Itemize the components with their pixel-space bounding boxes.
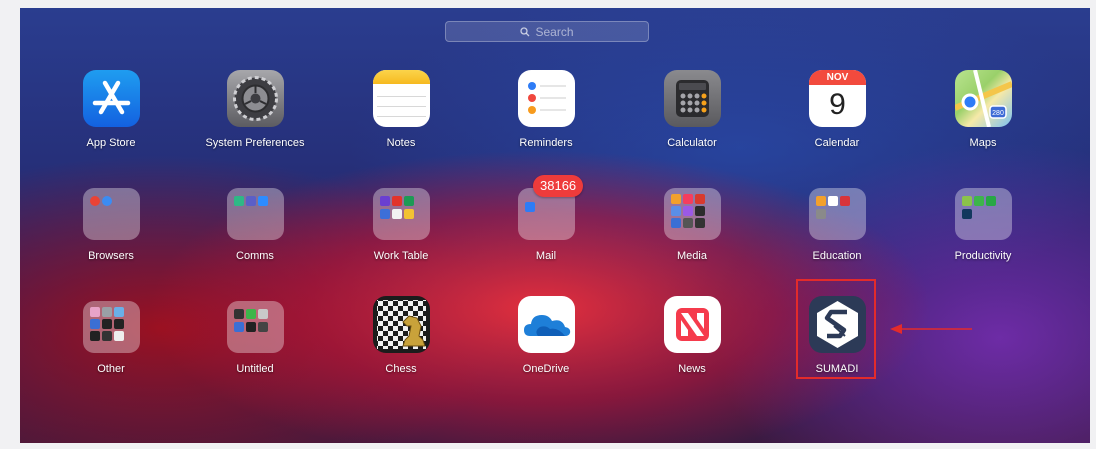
work-table-folder[interactable]: Work Table — [328, 183, 474, 288]
folder-icon — [955, 188, 1012, 240]
folder-icon — [227, 188, 284, 240]
cloud-icon — [518, 296, 575, 353]
search-placeholder: Search — [535, 24, 574, 39]
news-label: News — [678, 363, 706, 375]
media-folder[interactable]: Media — [619, 183, 765, 288]
browsers-label: Browsers — [88, 250, 134, 262]
calendar-app[interactable]: NOV 9 Calendar — [764, 70, 910, 175]
sumadi-highlight-box — [796, 279, 876, 379]
productivity-folder[interactable]: Productivity — [910, 183, 1056, 288]
app-store-icon — [83, 70, 140, 127]
browsers-folder[interactable]: Browsers — [38, 183, 184, 288]
untitled-folder[interactable]: Untitled — [182, 296, 328, 401]
notes-label: Notes — [386, 137, 416, 149]
mail-folder[interactable]: Mail — [473, 183, 619, 288]
education-label: Education — [812, 250, 862, 262]
calculator-label: Calculator — [667, 137, 717, 149]
reminders-label: Reminders — [519, 137, 573, 149]
search-field[interactable]: Search — [445, 21, 649, 42]
app-store-label: App Store — [86, 137, 136, 149]
maps-shield-number: 280 — [992, 110, 1004, 117]
folder-icon — [83, 301, 140, 353]
maps-label: Maps — [969, 137, 997, 149]
productivity-label: Productivity — [954, 250, 1012, 262]
mail-badge: 38166 — [533, 175, 584, 197]
search-icon — [520, 26, 530, 36]
media-label: Media — [677, 250, 707, 262]
other-folder[interactable]: Other — [38, 296, 184, 401]
news-icon — [664, 296, 721, 353]
chess-knight-icon — [373, 296, 430, 353]
calculator-app[interactable]: Calculator — [619, 70, 765, 175]
calendar-label: Calendar — [814, 137, 860, 149]
calendar-day: 9 — [829, 88, 846, 121]
untitled-label: Untitled — [236, 363, 274, 375]
gear-icon — [227, 70, 284, 127]
comms-label: Comms — [236, 250, 274, 262]
folder-icon — [83, 188, 140, 240]
system-preferences-label: System Preferences — [205, 137, 305, 149]
onedrive-app[interactable]: OneDrive — [473, 296, 619, 401]
folder-icon — [373, 188, 430, 240]
calendar-month: NOV — [809, 70, 866, 85]
notes-app[interactable]: Notes — [328, 70, 474, 175]
news-app[interactable]: News — [619, 296, 765, 401]
calculator-icon — [664, 70, 721, 127]
reminders-icon — [518, 70, 575, 127]
system-preferences-app[interactable]: System Preferences — [182, 70, 328, 175]
app-store-app[interactable]: App Store — [38, 70, 184, 175]
folder-icon — [809, 188, 866, 240]
folder-icon — [664, 188, 721, 240]
maps-app[interactable]: 280 Maps — [910, 70, 1056, 175]
map-icon: 280 — [955, 70, 1012, 127]
education-folder[interactable]: Education — [764, 183, 910, 288]
onedrive-label: OneDrive — [522, 363, 570, 375]
reminders-app[interactable]: Reminders — [473, 70, 619, 175]
mail-label: Mail — [535, 250, 557, 262]
folder-icon — [227, 301, 284, 353]
pointer-arrow-icon — [890, 324, 972, 334]
comms-folder[interactable]: Comms — [182, 183, 328, 288]
launchpad-screen: Search App Store System Preferences Note… — [20, 8, 1090, 443]
calendar-icon: NOV 9 — [809, 70, 866, 127]
other-label: Other — [97, 363, 125, 375]
chess-label: Chess — [385, 363, 417, 375]
notes-icon — [373, 70, 430, 127]
work-table-label: Work Table — [373, 250, 429, 262]
chess-app[interactable]: Chess — [328, 296, 474, 401]
